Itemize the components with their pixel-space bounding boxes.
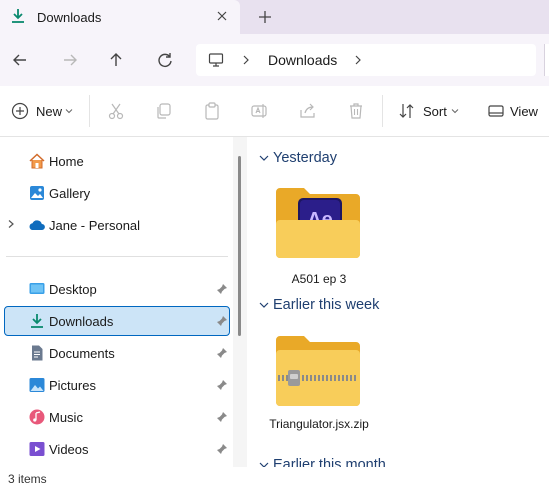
cut-icon[interactable] [106,101,126,121]
file-name: A501 ep 3 [291,272,347,286]
tab-title: Downloads [37,10,102,25]
pin-icon[interactable] [216,315,228,327]
sidebar-item-label: Jane - Personal [49,218,141,233]
sidebar-item-label: Home [49,154,84,169]
view-label: View [510,104,538,119]
file-name: Triangulator.jsx.zip [269,417,369,431]
group-header-yesterday[interactable]: Yesterday [273,150,337,166]
desktop-icon [29,283,45,294]
share-icon[interactable] [298,101,318,121]
pin-icon[interactable] [216,411,228,423]
rename-icon[interactable] [250,101,270,121]
sort-button[interactable]: Sort [395,98,465,124]
sidebar-item-label: Music [49,410,83,425]
download-icon [31,314,43,328]
ae-folder-icon: Ae [276,188,360,258]
home-icon [29,153,45,169]
chevron-right-icon[interactable] [352,54,364,66]
back-arrow-icon[interactable] [6,46,34,74]
download-icon [12,9,24,23]
music-icon [29,409,45,425]
gallery-icon [30,186,44,200]
pin-icon[interactable] [216,379,228,391]
view-layout-icon [488,105,504,117]
paste-icon[interactable] [202,101,222,121]
sidebar-item-label: Gallery [49,186,91,201]
search-box-edge[interactable] [544,44,549,76]
sidebar-divider [6,256,228,257]
forward-arrow-icon[interactable] [56,46,84,74]
file-item[interactable]: Triangulator.jsx.zip [264,324,374,452]
sidebar-item-label: Downloads [49,314,114,329]
chevron-down-icon [451,109,459,114]
new-label: New [36,104,63,119]
chevron-right-icon[interactable] [240,54,252,66]
tab-downloads[interactable] [0,0,240,34]
toolbar-separator [89,95,90,127]
refresh-icon[interactable] [151,46,179,74]
nav-scrollbar-thumb[interactable] [238,156,241,336]
new-button[interactable]: New [8,98,78,124]
close-icon[interactable] [214,8,230,24]
sort-label: Sort [423,104,447,119]
group-header-earlier-this-week[interactable]: Earlier this week [273,297,379,313]
status-bar [0,467,549,482]
item-count: 3 items [8,472,47,486]
new-plus-icon [11,102,29,120]
zip-folder-icon [276,336,360,406]
videos-icon [29,442,45,456]
command-bar [0,86,549,137]
pin-icon[interactable] [216,443,228,455]
onedrive-cloud-icon [29,220,45,230]
sidebar-item-label: Videos [49,442,89,457]
sidebar-item-label: Pictures [49,378,96,393]
this-pc-icon[interactable] [208,52,224,68]
delete-trash-icon[interactable] [346,101,366,121]
up-arrow-icon[interactable] [102,46,130,74]
copy-icon[interactable] [154,101,174,121]
chevron-down-icon [65,109,73,114]
pin-icon[interactable] [216,283,228,295]
documents-icon [32,345,43,361]
toolbar-separator [382,95,383,127]
breadcrumb-downloads[interactable]: Downloads [268,52,337,68]
pictures-icon [29,378,45,392]
sidebar-item-label: Desktop [49,282,97,297]
new-tab-icon[interactable] [256,8,274,26]
sidebar-item-label: Documents [49,346,115,361]
sort-arrows-icon [399,104,414,118]
chevron-down-icon[interactable] [258,299,270,311]
file-item[interactable]: Ae A501 ep 3 [264,176,374,290]
pin-icon[interactable] [216,347,228,359]
chevron-down-icon[interactable] [258,152,270,164]
view-button[interactable]: View [484,98,549,124]
